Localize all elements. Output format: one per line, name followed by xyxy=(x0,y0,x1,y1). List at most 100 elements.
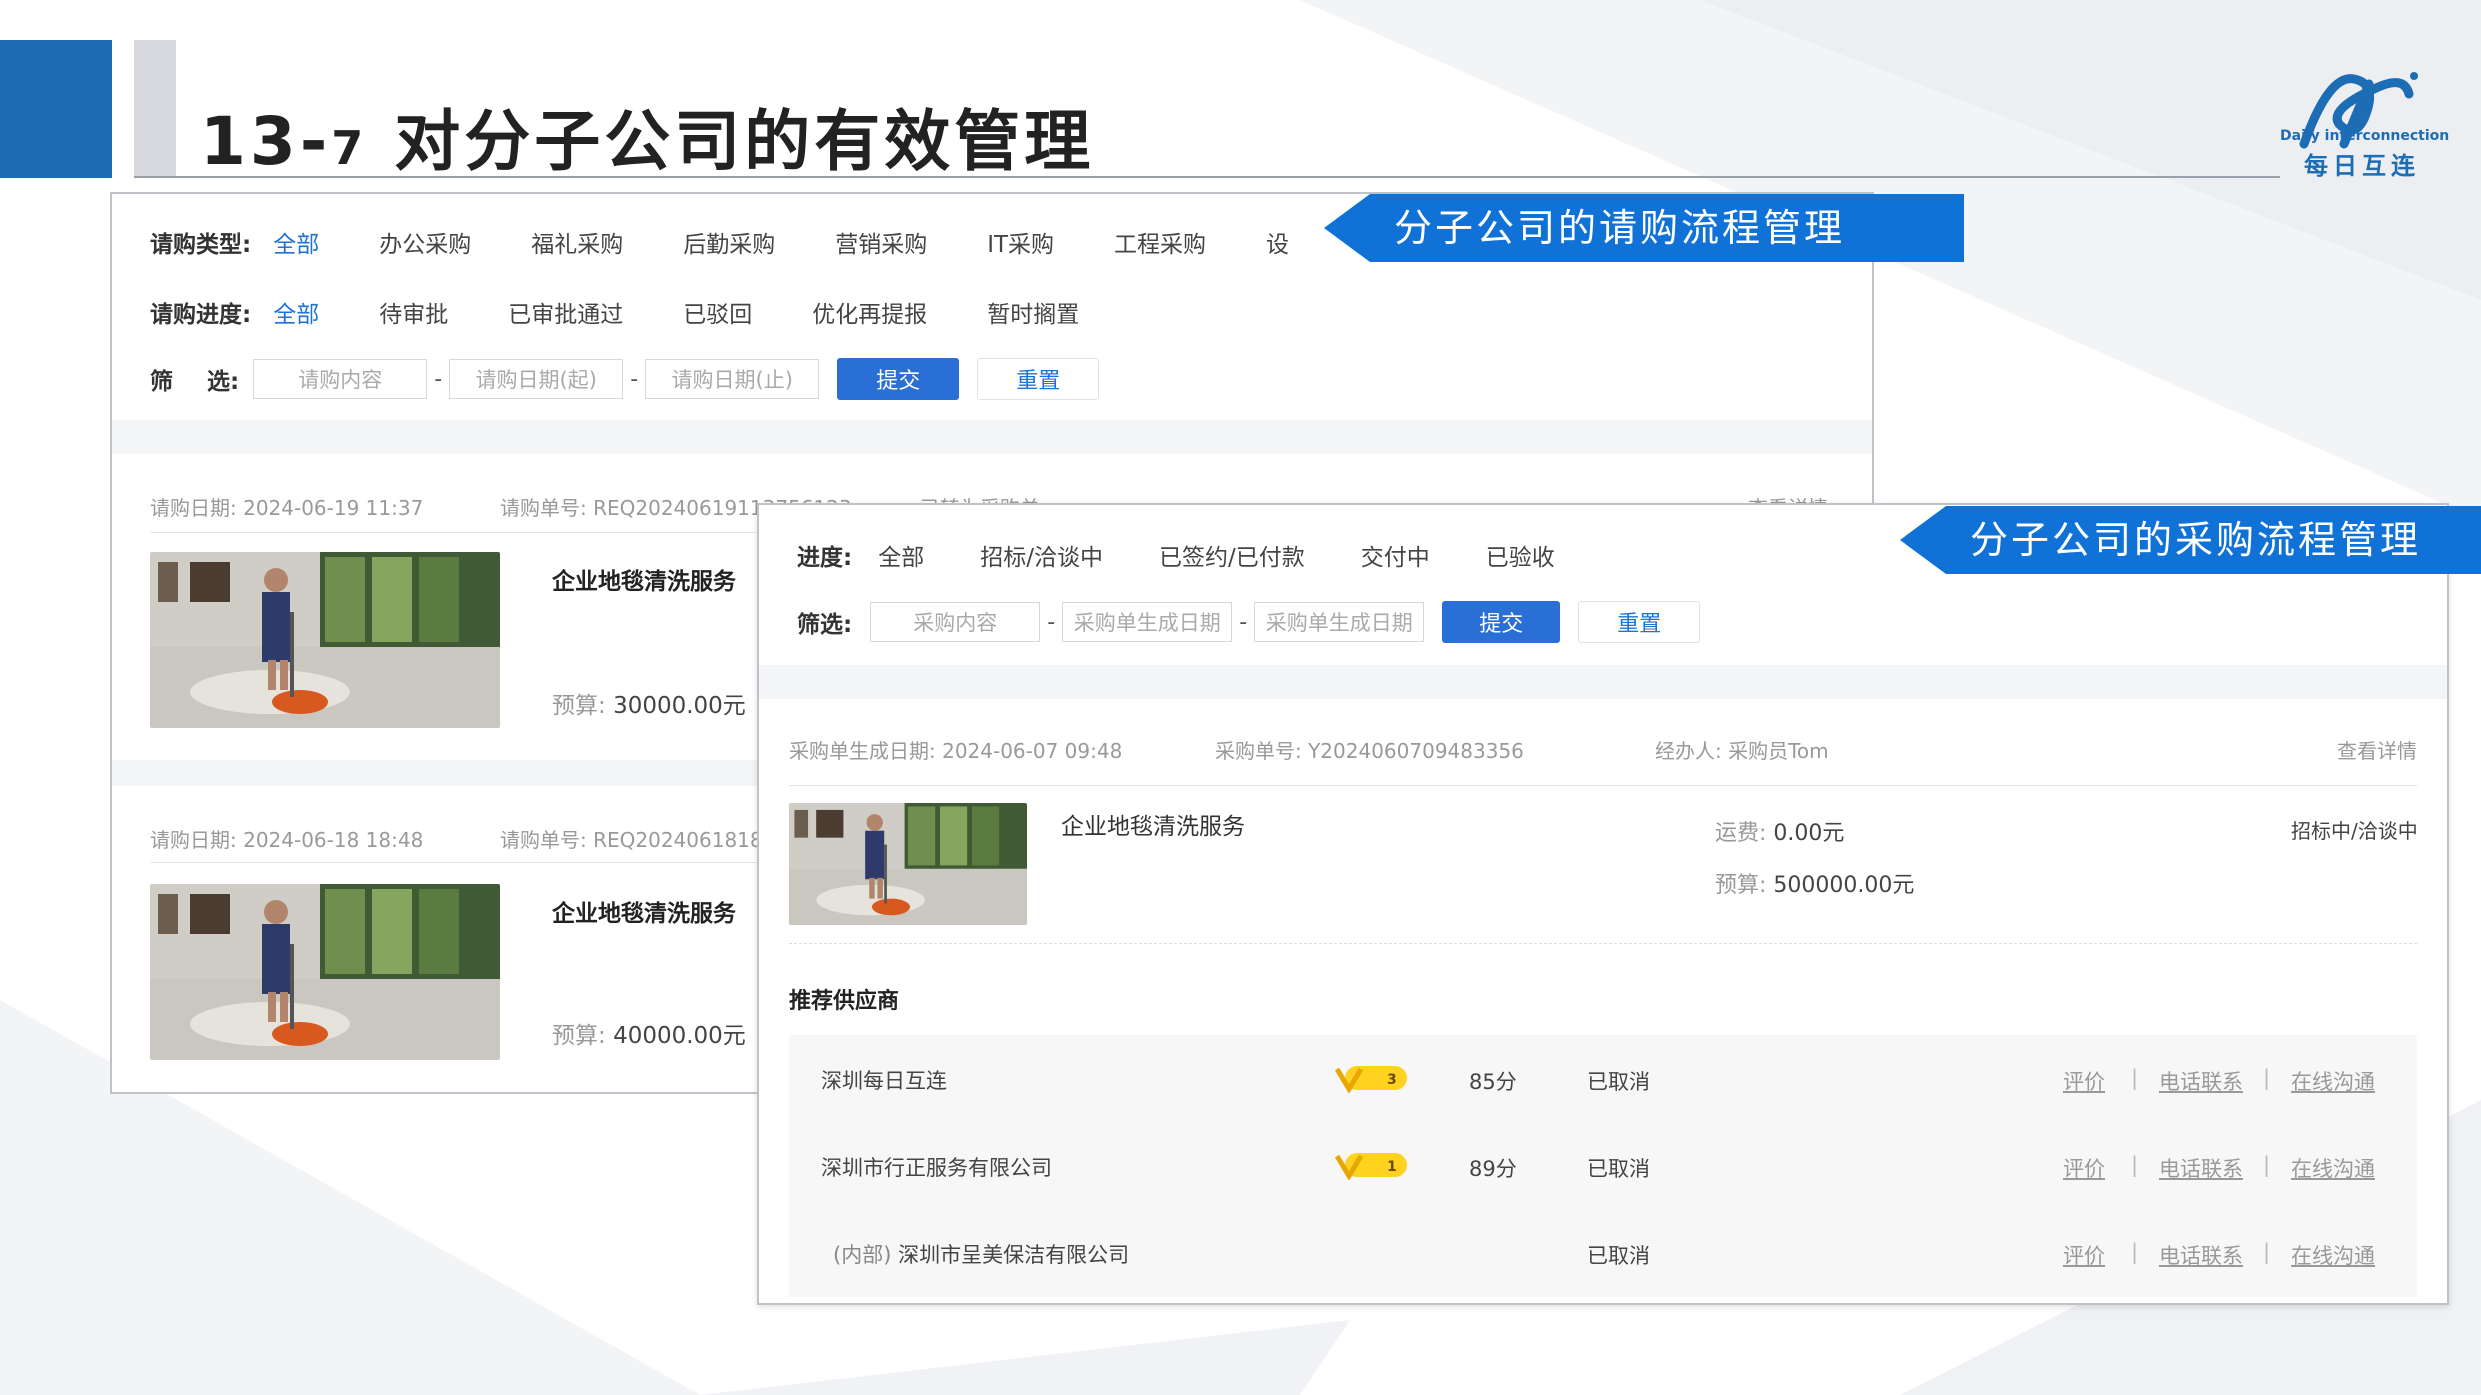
budget: 预算: 30000.00元 xyxy=(552,693,746,719)
reset-button[interactable]: 重置 xyxy=(977,358,1100,400)
online-chat-link[interactable]: 在线沟通 xyxy=(2291,1240,2375,1270)
online-chat-link[interactable]: 在线沟通 xyxy=(2291,1066,2375,1096)
svg-text:3: 3 xyxy=(1387,1072,1397,1088)
reset-button[interactable]: 重置 xyxy=(1578,601,1701,643)
accent-bar-blue xyxy=(0,40,112,178)
search-filter-row: 筛选: 请购内容 - 请购日期(起) - 请购日期(止) 提交 重置 xyxy=(150,356,1100,402)
pipe-separator: | xyxy=(2131,1240,2139,1264)
rate-link[interactable]: 评价 xyxy=(2063,1153,2105,1183)
page-title: 13-7 对分子公司的有效管理 xyxy=(200,103,1095,180)
budget: 预算: 40000.00元 xyxy=(552,1023,746,1049)
purchase-flow-ribbon: 分子公司的采购流程管理 xyxy=(1900,506,2481,574)
supplier-score: 89分 xyxy=(1469,1157,1517,1181)
type-label: 请购类型: xyxy=(150,232,252,258)
type-option-engineering[interactable]: 工程采购 xyxy=(1114,225,1206,259)
freight: 运费: 0.00元 xyxy=(1715,821,1845,846)
logo-text-cn: 每日互连 xyxy=(2304,152,2420,180)
type-option-logistics[interactable]: 后勤采购 xyxy=(683,225,775,259)
product-title[interactable]: 企业地毯清洗服务 xyxy=(1061,807,1245,841)
range-dash: - xyxy=(630,366,639,392)
rate-link[interactable]: 评价 xyxy=(2063,1066,2105,1096)
supplier-status: 已取消 xyxy=(1587,1244,1650,1268)
vip-badge-icon: 3 xyxy=(1335,1066,1407,1093)
vip-badge-icon: 1 xyxy=(1335,1153,1407,1180)
progress-label: 进度: xyxy=(797,545,853,571)
carpet-cleaning-image xyxy=(150,884,500,1060)
purchase-search-row: 筛选: 采购内容 - 采购单生成日期 - 采购单生成日期 提交 重置 xyxy=(797,599,1701,645)
accent-bar-gray xyxy=(134,40,176,178)
supplier-status: 已取消 xyxy=(1587,1070,1650,1094)
product-title[interactable]: 企业地毯清洗服务 xyxy=(552,562,736,596)
order-number: 采购单号: Y2024060709483356 xyxy=(1215,739,1524,763)
pipe-separator: | xyxy=(2263,1240,2271,1264)
carpet-cleaning-image xyxy=(150,552,500,728)
range-dash: - xyxy=(1239,609,1248,635)
type-option-all[interactable]: 全部 xyxy=(273,225,319,259)
svg-text:1: 1 xyxy=(1387,1159,1397,1175)
supplier-status: 已取消 xyxy=(1587,1157,1650,1181)
section-divider xyxy=(112,420,1872,454)
supplier-name: (内部) 深圳市呈美保洁有限公司 xyxy=(833,1243,1130,1267)
order-status: 招标中/洽谈中 xyxy=(2291,819,2418,843)
carpet-cleaning-image xyxy=(789,803,1027,925)
purchase-date-end-input[interactable]: 采购单生成日期 xyxy=(1254,602,1425,642)
progress-option-signed[interactable]: 已签约/已付款 xyxy=(1159,538,1305,572)
progress-filter-row: 请购进度: 全部 待审批 已审批通过 已驳回 优化再提报 暂时搁置 xyxy=(150,290,1079,334)
purchase-content-input[interactable]: 采购内容 xyxy=(870,602,1041,642)
requisition-date-start-input[interactable]: 请购日期(起) xyxy=(449,359,624,399)
filter-label: 筛选: xyxy=(150,369,240,395)
requisition-flow-ribbon: 分子公司的请购流程管理 xyxy=(1324,194,1964,262)
rate-link[interactable]: 评价 xyxy=(2063,1240,2105,1270)
logo-text-en: Daily interconnection xyxy=(2280,128,2450,144)
pipe-separator: | xyxy=(2263,1066,2271,1090)
requisition-date-end-input[interactable]: 请购日期(止) xyxy=(645,359,820,399)
phone-contact-link[interactable]: 电话联系 xyxy=(2159,1153,2243,1183)
type-option-welfare[interactable]: 福礼采购 xyxy=(531,225,623,259)
type-filter-row: 请购类型: 全部 办公采购 福礼采购 后勤采购 营销采购 IT采购 工程采购 设 xyxy=(150,220,1289,264)
product-title[interactable]: 企业地毯清洗服务 xyxy=(552,894,736,928)
progress-option-all[interactable]: 全部 xyxy=(273,295,319,329)
supplier-score: 85分 xyxy=(1469,1070,1517,1094)
online-chat-link[interactable]: 在线沟通 xyxy=(2291,1153,2375,1183)
supplier-name: 深圳市行正服务有限公司 xyxy=(821,1156,1052,1180)
recommended-suppliers-title: 推荐供应商 xyxy=(789,989,900,1014)
progress-option-rejected[interactable]: 已驳回 xyxy=(683,295,752,329)
progress-option-approved[interactable]: 已审批通过 xyxy=(508,295,623,329)
range-dash: - xyxy=(434,366,443,392)
pipe-separator: | xyxy=(2263,1153,2271,1177)
type-option-office[interactable]: 办公采购 xyxy=(379,225,471,259)
purchase-panel: 进度: 全部 招标/洽谈中 已签约/已付款 交付中 已验收 筛选: 采购内容 -… xyxy=(757,503,2449,1305)
progress-option-all[interactable]: 全部 xyxy=(878,538,924,572)
progress-option-resubmit[interactable]: 优化再提报 xyxy=(812,295,927,329)
row-separator xyxy=(789,785,2417,786)
section-divider xyxy=(759,665,2447,699)
purchase-date-start-input[interactable]: 采购单生成日期 xyxy=(1062,602,1233,642)
submit-button[interactable]: 提交 xyxy=(1442,601,1561,643)
budget: 预算: 500000.00元 xyxy=(1715,873,1915,898)
supplier-name: 深圳每日互连 xyxy=(821,1069,947,1093)
type-option-it[interactable]: IT采购 xyxy=(987,225,1054,259)
purchase-progress-row: 进度: 全部 招标/洽谈中 已签约/已付款 交付中 已验收 xyxy=(797,533,1555,577)
order-date: 请购日期: 2024-06-18 18:48 xyxy=(150,828,424,852)
progress-label: 请购进度: xyxy=(150,302,252,328)
type-option-equipment[interactable]: 设 xyxy=(1266,225,1289,259)
filter-label: 筛选: xyxy=(797,612,853,638)
phone-contact-link[interactable]: 电话联系 xyxy=(2159,1066,2243,1096)
submit-button[interactable]: 提交 xyxy=(837,358,960,400)
progress-option-pending[interactable]: 待审批 xyxy=(379,295,448,329)
view-detail-link[interactable]: 查看详情 xyxy=(2337,735,2417,764)
range-dash: - xyxy=(1047,609,1056,635)
progress-option-delivering[interactable]: 交付中 xyxy=(1361,538,1430,572)
order-date: 采购单生成日期: 2024-06-07 09:48 xyxy=(789,739,1123,763)
pipe-separator: | xyxy=(2131,1153,2139,1177)
progress-option-onhold[interactable]: 暂时搁置 xyxy=(987,295,1079,329)
requisition-content-input[interactable]: 请购内容 xyxy=(253,359,428,399)
progress-option-bidding[interactable]: 招标/洽谈中 xyxy=(980,538,1103,572)
phone-contact-link[interactable]: 电话联系 xyxy=(2159,1240,2243,1270)
title-divider xyxy=(134,176,2280,178)
pipe-separator: | xyxy=(2131,1066,2139,1090)
type-option-marketing[interactable]: 营销采购 xyxy=(835,225,927,259)
order-handler: 经办人: 采购员Tom xyxy=(1655,739,1829,763)
order-date: 请购日期: 2024-06-19 11:37 xyxy=(150,496,424,520)
progress-option-accepted[interactable]: 已验收 xyxy=(1486,538,1555,572)
